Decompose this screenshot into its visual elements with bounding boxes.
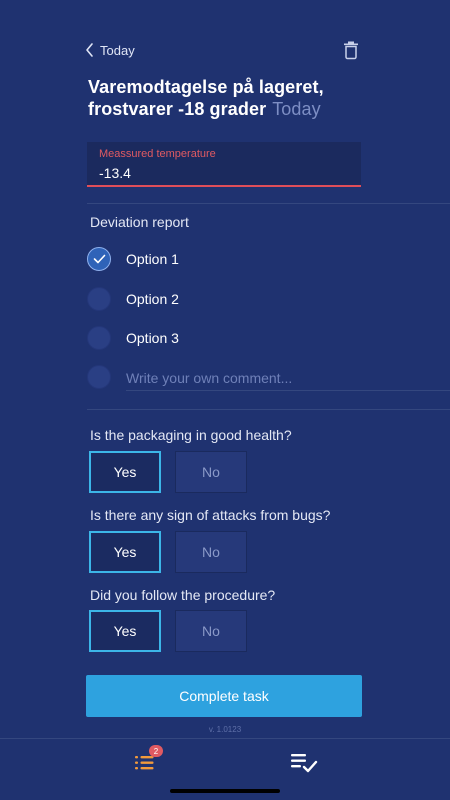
question-packaging: Is the packaging in good health? [90, 427, 292, 443]
tasks-badge: 2 [149, 745, 163, 757]
option-2[interactable]: Option 2 [87, 286, 179, 312]
checklist-done-icon [291, 754, 318, 773]
divider [87, 203, 450, 204]
yes-button[interactable]: Yes [89, 610, 161, 652]
trash-icon[interactable] [342, 40, 360, 60]
checkbox-checked[interactable] [87, 247, 111, 271]
task-date: Today [272, 99, 321, 119]
back-label: Today [100, 42, 135, 58]
yes-button[interactable]: Yes [89, 451, 161, 493]
yes-button[interactable]: Yes [89, 531, 161, 573]
option-1[interactable]: Option 1 [87, 246, 179, 272]
version-label: v. 1.0123 [208, 725, 242, 734]
option-label: Option 2 [126, 291, 179, 307]
page-title: Varemodtagelse på lageret, frostvarer -1… [88, 76, 408, 120]
temperature-field[interactable]: Meassured temperature [87, 142, 361, 187]
option-label: Option 1 [126, 251, 179, 267]
deviation-heading: Deviation report [90, 214, 189, 230]
question-bugs: Is there any sign of attacks from bugs? [90, 507, 331, 523]
checkbox[interactable] [87, 287, 111, 311]
no-button[interactable]: No [175, 610, 247, 652]
temperature-input[interactable] [99, 162, 339, 184]
own-comment-option[interactable] [87, 364, 111, 390]
home-indicator [170, 789, 280, 793]
back-button[interactable]: Today [84, 40, 135, 60]
checkbox[interactable] [87, 326, 111, 350]
chevron-left-icon [86, 43, 93, 57]
divider [87, 409, 450, 410]
option-label: Option 3 [126, 330, 179, 346]
check-icon [93, 254, 105, 264]
no-button[interactable]: No [175, 451, 247, 493]
tab-completed[interactable] [289, 749, 319, 779]
comment-input[interactable] [126, 368, 450, 391]
question-procedure: Did you follow the procedure? [90, 587, 276, 603]
checkbox[interactable] [87, 365, 111, 389]
complete-task-button[interactable]: Complete task [86, 675, 362, 717]
temperature-label: Meassured temperature [99, 148, 216, 160]
tab-tasks[interactable]: 2 [132, 745, 163, 779]
option-3[interactable]: Option 3 [87, 325, 179, 351]
no-button[interactable]: No [175, 531, 247, 573]
